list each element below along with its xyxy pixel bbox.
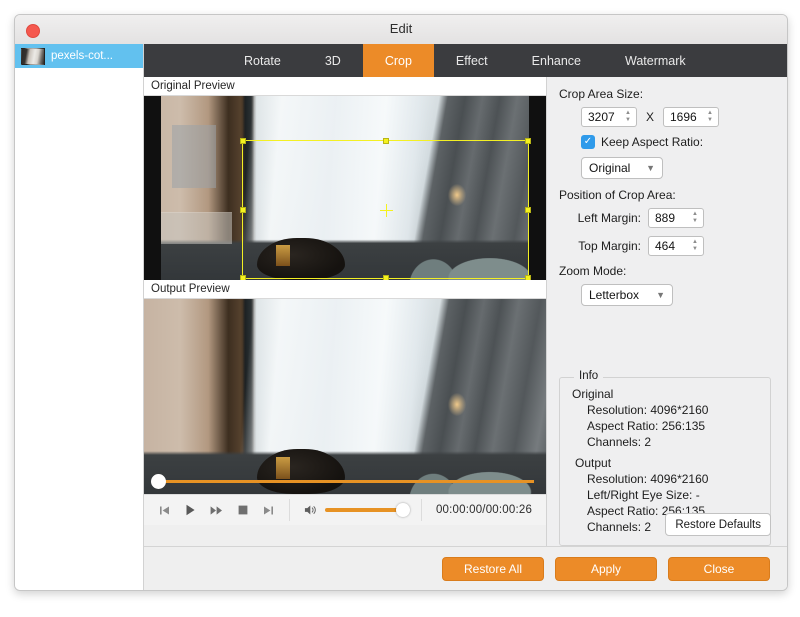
list-item[interactable]: pexels-cot... (15, 44, 143, 68)
crop-handle-top-left[interactable] (240, 138, 246, 144)
window-title: Edit (389, 21, 413, 36)
photo-lamp (447, 392, 466, 416)
volume-slider[interactable] (325, 503, 410, 517)
speaker-icon[interactable] (304, 504, 317, 517)
restore-all-button[interactable]: Restore All (442, 556, 544, 581)
file-list-sidebar: pexels-cot... (15, 44, 144, 590)
tabbar-spacer (144, 44, 222, 77)
left-margin-label: Left Margin: (577, 211, 641, 225)
crop-width-input[interactable]: 3207 ▲ ▼ (581, 107, 637, 127)
stop-icon[interactable] (236, 504, 249, 517)
zoom-mode-label: Zoom Mode: (559, 264, 627, 278)
tab-crop[interactable]: Crop (362, 44, 434, 77)
skip-next-icon[interactable] (262, 504, 275, 517)
output-preview[interactable] (144, 299, 546, 494)
pillarbox-left (144, 96, 161, 280)
tab-effect[interactable]: Effect (434, 44, 510, 77)
crop-area-size-label: Crop Area Size: (559, 87, 644, 101)
crop-selection-rectangle[interactable] (240, 138, 531, 280)
top-margin-input[interactable]: 464 ▲ ▼ (648, 236, 704, 256)
zoom-mode-value: Letterbox (589, 288, 640, 302)
info-output-resolution: Resolution: 4096*2160 (587, 472, 709, 486)
output-preview-label: Output Preview (144, 280, 546, 299)
crop-handle-middle-right[interactable] (525, 206, 531, 213)
info-output-head: Output (575, 456, 612, 470)
window-titlebar: Edit (15, 15, 787, 45)
crop-width-stepper[interactable]: ▲ ▼ (622, 110, 634, 123)
output-preview-image (144, 299, 546, 494)
info-output-eye-size: Left/Right Eye Size: - (587, 488, 700, 502)
photo-tv (172, 125, 217, 188)
keep-aspect-ratio-checkbox[interactable]: ✓ (581, 135, 595, 149)
file-name-label: pexels-cot... (51, 50, 113, 62)
info-original-resolution: Resolution: 4096*2160 (587, 403, 709, 417)
volume-knob[interactable] (396, 503, 410, 517)
keep-aspect-ratio-label: Keep Aspect Ratio: (601, 135, 704, 149)
chevron-down-icon: ▼ (646, 163, 655, 173)
crop-width-value: 3207 (588, 110, 615, 124)
volume-control[interactable] (290, 495, 421, 525)
top-margin-row: Top Margin: 464 ▲ ▼ (559, 236, 775, 256)
transport-buttons (144, 495, 289, 525)
left-margin-value: 889 (655, 211, 676, 225)
zoom-mode-select[interactable]: Letterbox ▼ (581, 284, 673, 306)
crop-handle-top-center[interactable] (382, 138, 389, 144)
crop-handle-bottom-right[interactable] (525, 275, 531, 280)
top-margin-label: Top Margin: (578, 239, 641, 253)
left-margin-row: Left Margin: 889 ▲ ▼ (559, 208, 775, 228)
position-of-crop-area-label: Position of Crop Area: (559, 188, 676, 202)
window-body: pexels-cot... Rotate 3D Crop Effect Enha… (15, 44, 787, 590)
crop-height-input[interactable]: 1696 ▲ ▼ (662, 107, 719, 127)
info-original-head: Original (572, 387, 614, 401)
crop-height-value: 1696 (669, 110, 697, 124)
crop-settings-panel: Crop Area Size: 3207 ▲ ▼ X 1696 ▲ ▼ ✓ Ke… (547, 77, 787, 546)
chevron-down-icon: ▼ (656, 290, 665, 300)
preview-column: Original Preview Output Preview 00:00:00… (144, 77, 547, 546)
crop-size-row: 3207 ▲ ▼ X 1696 ▲ ▼ (559, 107, 775, 127)
top-margin-value: 464 (655, 239, 676, 253)
info-legend: Info (574, 370, 604, 382)
left-margin-stepper[interactable]: ▲ ▼ (689, 211, 701, 224)
crop-handle-bottom-left[interactable] (240, 275, 246, 280)
tab-3d[interactable]: 3D (303, 44, 363, 77)
dialog-footer: Restore All Apply Close (144, 546, 787, 590)
tab-rotate[interactable]: Rotate (222, 44, 303, 77)
photo-sideboard (156, 211, 233, 245)
aspect-ratio-value: Original (589, 161, 631, 175)
edit-tabbar: Rotate 3D Crop Effect Enhance Watermark (144, 44, 787, 77)
transport-bar: 00:00:00/00:00:26 (144, 494, 546, 525)
tab-watermark[interactable]: Watermark (603, 44, 708, 77)
crop-handle-top-right[interactable] (525, 138, 531, 144)
seek-bar[interactable] (144, 472, 546, 490)
edit-window: Edit pexels-cot... Rotate 3D Crop Effect (14, 14, 788, 591)
app-root: Edit pexels-cot... Rotate 3D Crop Effect (0, 0, 800, 617)
crop-handle-middle-left[interactable] (240, 206, 246, 213)
tab-enhance[interactable]: Enhance (510, 44, 603, 77)
aspect-ratio-select[interactable]: Original ▼ (581, 157, 663, 179)
top-margin-stepper[interactable]: ▲ ▼ (689, 239, 701, 252)
crop-height-stepper[interactable]: ▲ ▼ (704, 110, 716, 123)
keep-aspect-ratio-row[interactable]: ✓ Keep Aspect Ratio: (559, 135, 775, 149)
crop-handle-bottom-center[interactable] (382, 275, 389, 280)
seek-track[interactable] (156, 480, 534, 483)
video-thumbnail-icon (21, 47, 45, 65)
size-separator: X (645, 110, 654, 124)
main-column: Rotate 3D Crop Effect Enhance Watermark … (144, 44, 787, 590)
info-original-channels: Channels: 2 (587, 435, 652, 449)
left-margin-input[interactable]: 889 ▲ ▼ (648, 208, 704, 228)
content-area: Original Preview Output Preview 00:00:00… (144, 77, 787, 546)
original-preview-label: Original Preview (144, 77, 546, 96)
restore-defaults-button[interactable]: Restore Defaults (665, 513, 771, 536)
pillarbox-right (529, 96, 546, 280)
play-icon[interactable] (184, 504, 197, 517)
fast-forward-icon[interactable] (210, 504, 223, 517)
info-original-aspect-ratio: Aspect Ratio: 256:135 (587, 419, 706, 433)
seek-knob[interactable] (151, 474, 166, 489)
close-button[interactable]: Close (668, 556, 770, 581)
time-display: 00:00:00/00:00:26 (435, 504, 533, 516)
skip-previous-icon[interactable] (158, 504, 171, 517)
crop-center-crosshair-icon (379, 203, 393, 217)
original-preview[interactable] (144, 96, 546, 280)
apply-button[interactable]: Apply (555, 556, 657, 581)
